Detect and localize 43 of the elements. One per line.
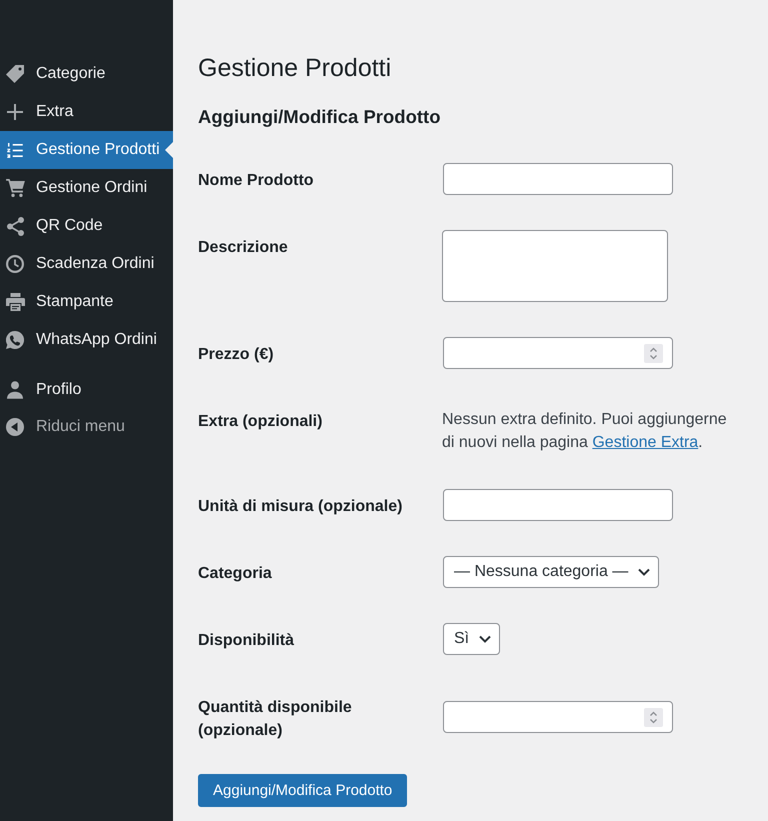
person-icon (7, 381, 23, 399)
tag-icon (6, 65, 24, 83)
share-icon (6, 216, 24, 236)
stepper-icon (644, 708, 663, 726)
sidebar-menu-item[interactable]: Profilo (0, 371, 173, 409)
number-field[interactable] (443, 701, 673, 733)
sidebar-menu-item[interactable]: Scadenza Ordini (0, 245, 173, 283)
field-label: Unità di misura (opzionale) (198, 498, 402, 514)
phone-bubble-icon (6, 331, 24, 349)
sidebar-menu-item[interactable]: Categorie (0, 55, 173, 93)
page-link[interactable]: Gestione Extra (592, 434, 698, 451)
field-label: Prezzo (€) (198, 346, 274, 362)
sidebar-menu-item[interactable]: WhatsApp Ordini (0, 321, 173, 359)
chevron-down-icon (479, 635, 492, 643)
numbered-list-icon (7, 142, 23, 158)
clock-icon (6, 255, 24, 273)
field-label: Extra (opzionali) (198, 412, 322, 430)
printer-icon (6, 293, 24, 311)
sidebar-menu-item[interactable]: Gestione Ordini (0, 169, 173, 207)
section-title: Aggiungi/Modifica Prodotto (198, 105, 442, 129)
text-input[interactable] (443, 163, 673, 195)
select-dropdown[interactable]: Sì (443, 623, 500, 655)
sidebar-menu-item[interactable]: Gestione Prodotti (0, 131, 173, 169)
page-title: Gestione Prodotti (198, 53, 392, 84)
text-input[interactable] (443, 489, 673, 521)
submit-button[interactable]: Aggiungi/Modifica Prodotto (198, 774, 408, 807)
number-field[interactable] (443, 337, 673, 369)
cart-icon (6, 179, 24, 197)
sidebar-menu-item[interactable]: Extra (0, 93, 173, 131)
field-label: Categoria (198, 564, 272, 582)
stepper-icon (644, 344, 663, 362)
plus-icon (7, 104, 23, 120)
field-label: Disponibilità (198, 632, 294, 648)
field-label: Quantità disponibile (opzionale) (198, 698, 352, 738)
field-label: Nome Prodotto (198, 172, 314, 188)
sidebar-menu-item[interactable]: Stampante (0, 283, 173, 321)
textarea-field[interactable] (442, 230, 668, 302)
chevron-down-icon (638, 568, 650, 576)
field-label: Descrizione (198, 238, 288, 256)
help-text: Nessun extra definito. Puoi aggiungerne di nuovi nella pagina Gestione Extra. (442, 410, 728, 453)
select-dropdown[interactable]: — Nessuna categoria — (443, 556, 660, 588)
collapse-menu-button[interactable]: Riduci menu (0, 409, 173, 445)
sidebar-menu-item[interactable]: QR Code (0, 207, 173, 245)
